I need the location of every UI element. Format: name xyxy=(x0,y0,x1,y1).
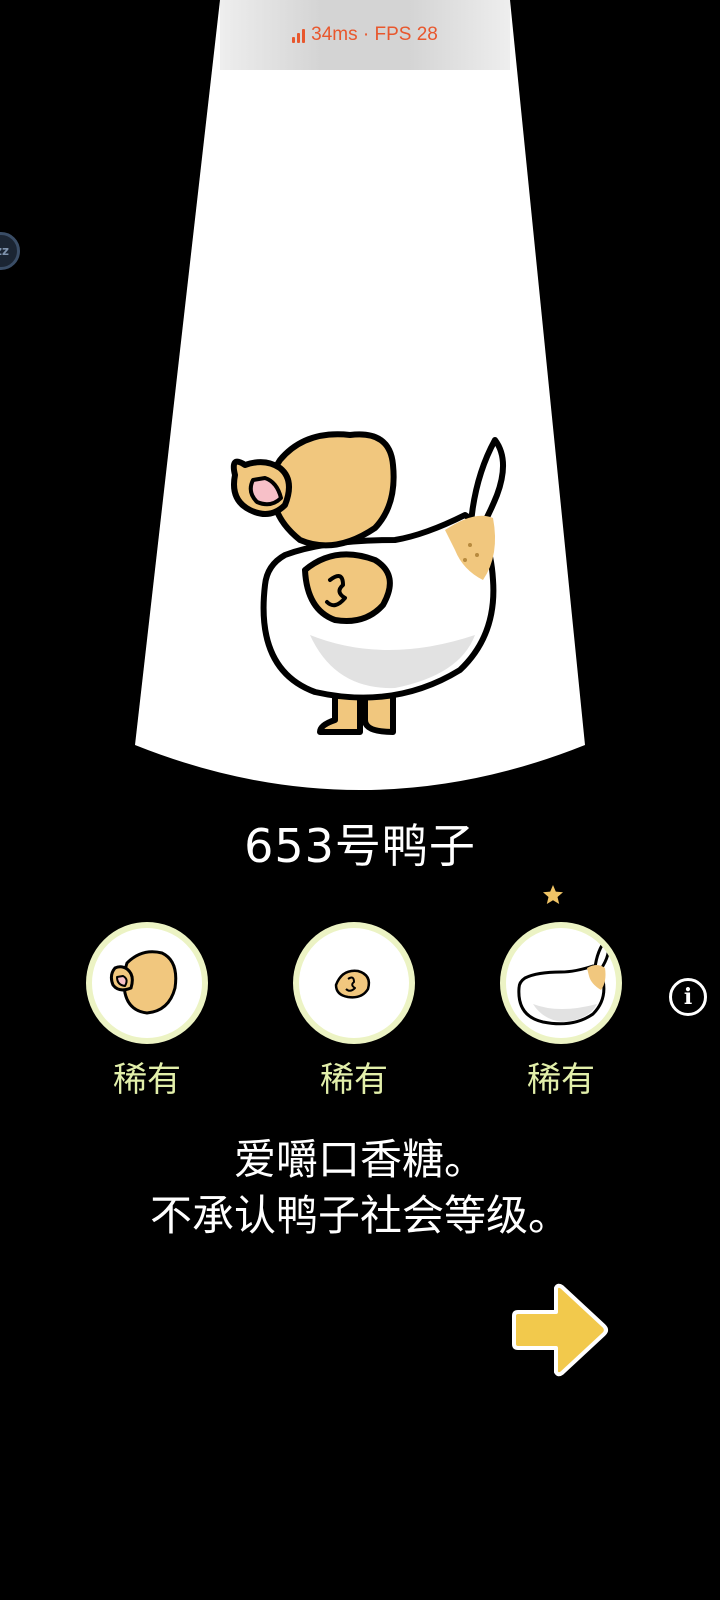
duck-description: 爱嚼口香糖。 不承认鸭子社会等级。 xyxy=(0,1132,720,1244)
performance-text: 34ms · FPS 28 xyxy=(311,24,438,45)
info-button[interactable]: i xyxy=(669,978,707,1016)
duck-head-part-icon xyxy=(109,950,178,1015)
sleep-label: zz xyxy=(0,244,9,258)
part-wing[interactable]: 稀有 xyxy=(287,922,421,1101)
description-line-2: 不承认鸭子社会等级。 xyxy=(149,1191,570,1240)
part-body-circle[interactable] xyxy=(500,922,622,1044)
duck-wing-part-icon xyxy=(334,969,371,999)
part-head[interactable]: 稀有 xyxy=(80,922,214,1101)
part-wing-rarity: 稀有 xyxy=(320,1060,388,1100)
part-body[interactable]: 稀有 xyxy=(494,922,628,1101)
arrow-right-icon xyxy=(512,1283,608,1377)
duck-illustration xyxy=(230,431,506,735)
description-line-1: 爱嚼口香糖。 xyxy=(233,1135,486,1184)
part-body-rarity: 稀有 xyxy=(527,1060,595,1100)
info-icon: i xyxy=(683,984,693,1010)
part-wing-circle[interactable] xyxy=(293,922,415,1044)
duck-body-part-icon xyxy=(517,938,609,1026)
part-head-circle[interactable] xyxy=(86,922,208,1044)
duck-name: 653号鸭子 xyxy=(244,819,476,873)
part-head-rarity: 稀有 xyxy=(113,1060,181,1100)
performance-indicator: 34ms · FPS 28 xyxy=(220,0,510,70)
game-screen: 34ms · FPS 28 zz xyxy=(0,0,720,1600)
next-arrow-button[interactable] xyxy=(512,1280,612,1380)
star-icon xyxy=(543,885,563,904)
signal-icon xyxy=(292,27,306,43)
